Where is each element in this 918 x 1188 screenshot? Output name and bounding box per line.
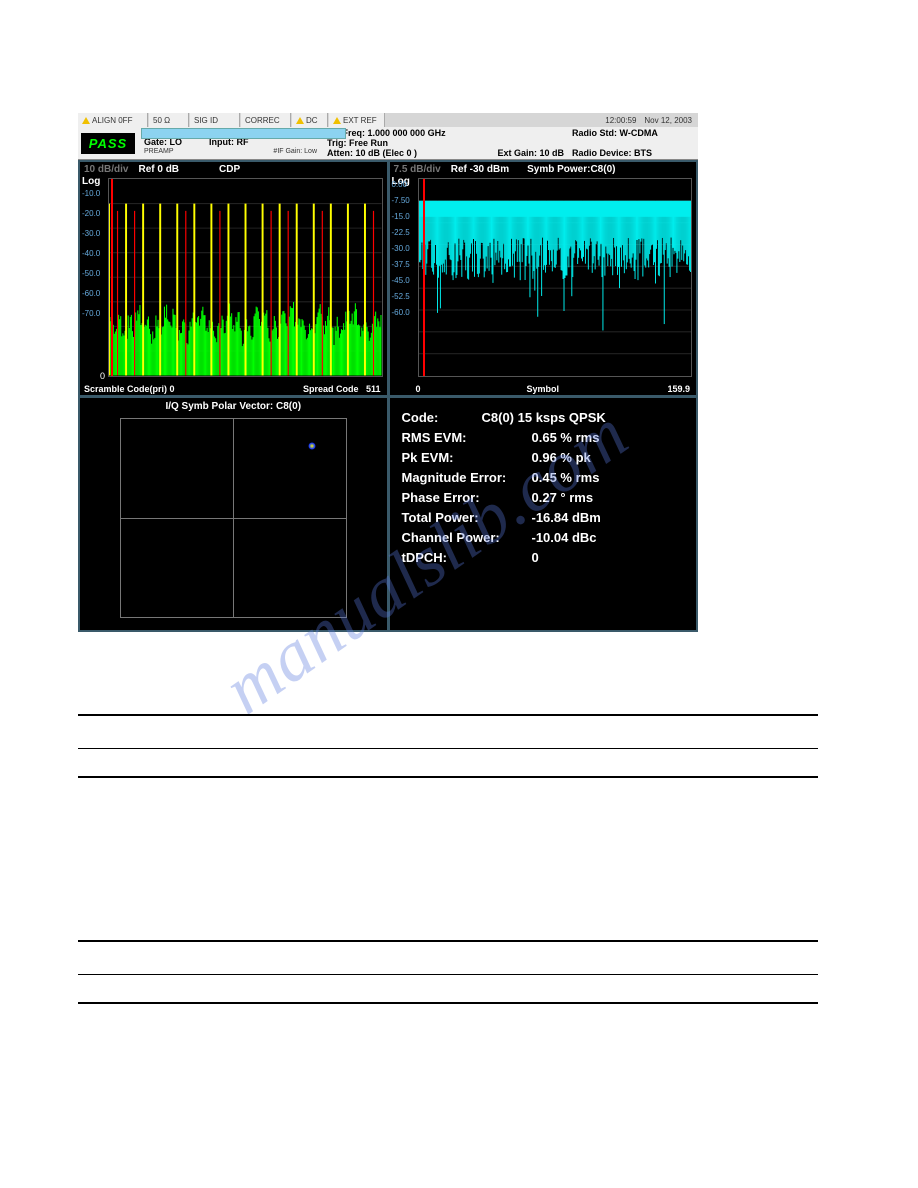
sym-y-axis: 0.00-7.50-15.0-22.5-30.0-37.5-45.0-52.5-…: [392, 180, 410, 317]
result-rms-evm: 0.65 % rms: [532, 428, 600, 448]
status-impedance: 50 Ω: [149, 113, 189, 127]
result-code: C8(0) 15 ksps QPSK: [482, 408, 606, 428]
sym-chart: [419, 179, 692, 376]
result-pk-evm: 0.96 % pk: [532, 448, 591, 468]
info-bar: PASS Gate: LO PREAMP Input: RF #IF Gain:…: [78, 127, 698, 160]
cdp-ref: Ref 0 dB: [138, 164, 179, 175]
section-rule-1: [78, 714, 818, 716]
cdp-xstart: Scramble Code(pri) 0: [84, 384, 175, 394]
result-ch-pwr: -10.04 dBc: [532, 528, 597, 548]
section-rule-4: [78, 940, 818, 942]
status-time: 12:00:59: [605, 116, 636, 125]
cdp-title: CDP: [219, 164, 240, 175]
sym-xstart: 0: [416, 384, 421, 394]
iq-polar-panel: I/Q Symb Polar Vector: C8(0): [80, 398, 387, 631]
ch-freq: 1.000 000 000 GHz: [368, 128, 446, 138]
iq-grid: [120, 418, 347, 619]
cdp-chart: [109, 179, 382, 376]
warning-icon: [296, 117, 304, 124]
sym-xlabel: Symbol: [526, 384, 559, 394]
section-rule-5: [78, 974, 818, 975]
sym-dbdiv: 7.5 dB/div: [394, 164, 441, 175]
cdp-xlabel: Spread Code: [303, 384, 359, 394]
cdp-xend: 511: [366, 384, 381, 394]
cdp-dbdiv: 10 dB/div: [84, 164, 128, 175]
status-date: Nov 12, 2003: [644, 116, 692, 125]
warning-icon: [333, 117, 341, 124]
frequency-field: [141, 128, 346, 139]
sym-marker: [423, 179, 425, 376]
section-rule-6: [78, 1002, 818, 1004]
sym-ref: Ref -30 dBm: [451, 164, 509, 175]
atten-value: 10 dB (Elec 0 ): [356, 148, 418, 158]
iq-constellation-point: [308, 443, 315, 450]
iq-title: I/Q Symb Polar Vector: C8(0): [80, 398, 387, 415]
cdp-xzero: 0: [100, 371, 105, 381]
cdp-y-axis: -10.0-20.0-30.0-40.0-50.0-60.0-70.0: [82, 189, 100, 318]
status-align-text: ALIGN 0FF: [92, 116, 132, 125]
instrument-screenshot: ALIGN 0FF 50 Ω SIG ID CORREC DC EXT REF …: [78, 113, 698, 632]
warning-icon: [82, 117, 90, 124]
results-panel: Code:C8(0) 15 ksps QPSK RMS EVM:0.65 % r…: [390, 398, 697, 631]
result-total-pwr: -16.84 dBm: [532, 508, 601, 528]
ext-gain: 10 dB: [539, 148, 564, 158]
result-mag-err: 0.45 % rms: [532, 468, 600, 488]
status-dc: DC: [292, 113, 328, 127]
radio-std: W-CDMA: [620, 128, 658, 138]
section-rule-2: [78, 748, 818, 749]
section-rule-3: [78, 776, 818, 778]
symbol-power-panel: 7.5 dB/div Ref -30 dBm Symb Power:C8(0) …: [390, 162, 697, 395]
status-extref: EXT REF: [329, 113, 385, 127]
result-phase-err: 0.27 ° rms: [532, 488, 594, 508]
ifgain-label: #IF Gain: Low: [209, 148, 317, 155]
sym-xend: 159.9: [667, 384, 690, 394]
preamp-label: PREAMP: [144, 148, 197, 155]
cdp-marker: [111, 179, 113, 376]
status-bar: ALIGN 0FF 50 Ω SIG ID CORREC DC EXT REF …: [78, 113, 698, 127]
sym-title: Symb Power:C8(0): [527, 164, 615, 175]
status-sigid: SIG ID: [190, 113, 240, 127]
trig-mode: Free Run: [349, 138, 388, 148]
cdp-log: Log: [82, 176, 100, 187]
cdp-panel: 10 dB/div Ref 0 dB CDP Log -10.0-20.0-30…: [80, 162, 387, 395]
status-correc: CORREC: [241, 113, 291, 127]
quad-display: 10 dB/div Ref 0 dB CDP Log -10.0-20.0-30…: [78, 160, 698, 632]
status-align: ALIGN 0FF: [78, 113, 148, 127]
pass-indicator: PASS: [81, 133, 135, 154]
radio-device: BTS: [634, 148, 652, 158]
result-tdpch: 0: [532, 548, 539, 568]
